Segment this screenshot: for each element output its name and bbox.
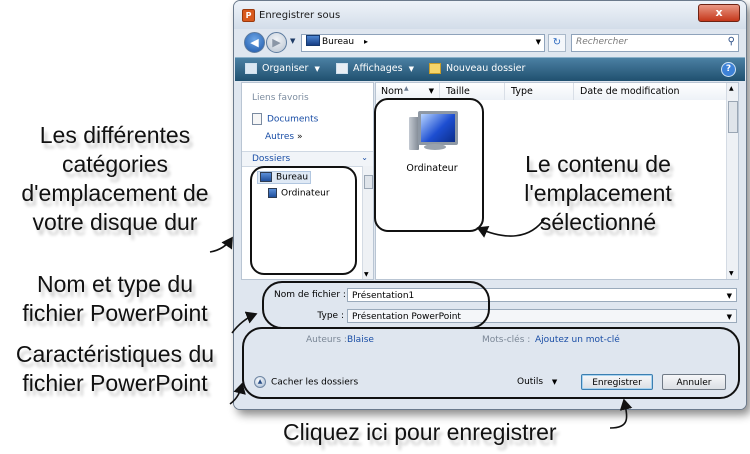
- arrow-name-type: [231, 311, 258, 334]
- arrow-content: [476, 217, 546, 238]
- annotation-arrows: [209, 217, 633, 429]
- arrow-categories: [209, 236, 233, 253]
- arrow-characteristics: [229, 382, 246, 405]
- arrow-save: [609, 398, 633, 429]
